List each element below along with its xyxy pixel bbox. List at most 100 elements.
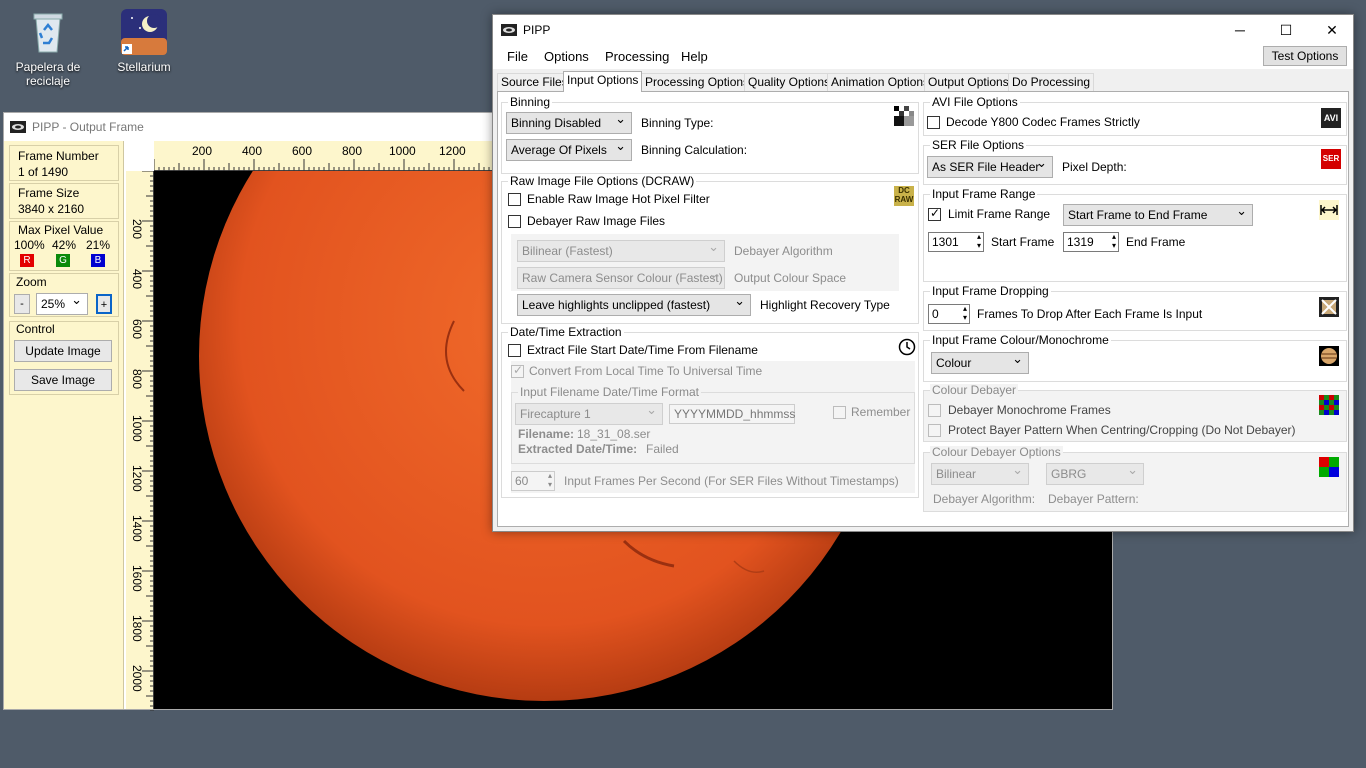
debayer-rgb-icon	[1319, 457, 1339, 477]
fps-spinner[interactable]: 60	[511, 471, 555, 491]
menu-options[interactable]: Options	[544, 49, 589, 64]
tab-source-files[interactable]: Source Files	[497, 73, 572, 91]
ruler-left: 200 400 600 800 1000 1200 1400 1600 1800…	[126, 171, 154, 711]
zoom-group: Zoom - 25% +	[9, 273, 119, 317]
frames-to-drop-spinner[interactable]: 0	[928, 304, 970, 324]
datetime-group: Date/Time Extraction Extract File Start …	[501, 326, 919, 498]
zoom-out-button[interactable]: -	[14, 294, 30, 314]
ruler-left-label: 2000	[130, 665, 144, 692]
test-options-button[interactable]: Test Options	[1263, 46, 1347, 66]
hot-pixel-checkbox[interactable]	[508, 193, 521, 206]
desktop-icon-label: Papelera de	[15, 60, 81, 74]
ser-options-title: SER File Options	[930, 138, 1027, 152]
filename-format-title: Input Filename Date/Time Format	[518, 385, 701, 399]
tab-bar: Source Files Input Options Processing Op…	[497, 71, 1349, 92]
debayer-options-title: Colour Debayer Options	[930, 445, 1063, 459]
binning-type-select[interactable]: Binning Disabled	[506, 112, 632, 134]
output-info-panel: Frame Number 1 of 1490 Frame Size 3840 x…	[4, 141, 124, 709]
frame-dropping-title: Input Frame Dropping	[930, 284, 1051, 298]
ser-icon: SER	[1321, 149, 1341, 169]
output-colour-space-select[interactable]: Raw Camera Sensor Colour (Fastest)	[517, 267, 725, 289]
debayer-mono-checkbox[interactable]	[928, 404, 941, 417]
debayer-pattern-select[interactable]: GBRG	[1046, 463, 1144, 485]
desktop-icon-stellarium[interactable]: Stellarium	[104, 2, 184, 74]
tab-quality-options[interactable]: Quality Options	[744, 73, 835, 91]
highlight-recovery-label: Highlight Recovery Type	[760, 298, 890, 312]
zoom-in-button[interactable]: +	[96, 294, 112, 314]
max-pixel-label: Max Pixel Value	[18, 223, 104, 237]
remember-label: Remember	[851, 405, 911, 419]
debayer-raw-checkbox[interactable]	[508, 215, 521, 228]
menu-processing[interactable]: Processing	[605, 49, 669, 64]
blue-swatch: B	[91, 254, 105, 267]
avi-options-group: AVI File Options Decode Y800 Codec Frame…	[923, 96, 1347, 136]
output-window-title: PIPP - Output Frame	[32, 120, 144, 134]
pixel-depth-label: Pixel Depth:	[1062, 160, 1127, 174]
zoom-select[interactable]: 25%	[36, 293, 88, 315]
desktop-icon-recycle-bin[interactable]: Papelera de reciclaje	[8, 2, 88, 88]
debayer-mono-label: Debayer Monochrome Frames	[948, 403, 1111, 417]
green-swatch: G	[56, 254, 70, 267]
frame-drop-icon	[1319, 297, 1339, 317]
protect-bayer-checkbox[interactable]	[928, 424, 941, 437]
tab-input-options[interactable]: Input Options	[563, 71, 643, 92]
frame-size-value: 3840 x 2160	[18, 202, 85, 216]
limit-frame-range-label: Limit Frame Range	[948, 207, 1051, 221]
tab-do-processing[interactable]: Do Processing	[1008, 73, 1095, 91]
tab-output-options[interactable]: Output Options	[924, 73, 1013, 91]
tab-animation-options[interactable]: Animation Options	[827, 73, 934, 91]
stellarium-icon	[120, 8, 168, 56]
red-swatch: R	[20, 254, 34, 267]
datetime-title: Date/Time Extraction	[508, 325, 624, 339]
close-button[interactable]: ✕	[1309, 15, 1355, 45]
save-image-button[interactable]: Save Image	[14, 369, 112, 391]
ruler-left-label: 1600	[130, 565, 144, 592]
ser-options-group: SER File Options As SER File Header Pixe…	[923, 139, 1347, 185]
zoom-label: Zoom	[16, 275, 47, 289]
remember-checkbox[interactable]	[833, 406, 846, 419]
pixel-depth-select[interactable]: As SER File Header	[927, 156, 1053, 178]
debayer-algorithm-select[interactable]: Bilinear (Fastest)	[517, 240, 725, 262]
green-percent: 42%	[52, 238, 77, 252]
binning-calculation-select[interactable]: Average Of Pixels	[506, 139, 632, 161]
highlight-recovery-select[interactable]: Leave highlights unclipped (fastest)	[517, 294, 751, 316]
filename-format-text[interactable]: YYYYMMDD_hhmmss	[669, 404, 795, 424]
extract-datetime-checkbox[interactable]	[508, 344, 521, 357]
filename-format-select[interactable]: Firecapture 1	[515, 403, 663, 425]
frame-range-title: Input Frame Range	[930, 187, 1038, 201]
ruler-left-label: 1800	[130, 615, 144, 642]
frame-range-mode-select[interactable]: Start Frame to End Frame	[1063, 204, 1253, 226]
desktop-icon-label: reciclaje	[25, 74, 70, 88]
raw-options-title: Raw Image File Options (DCRAW)	[508, 174, 697, 188]
menu-file[interactable]: File	[507, 49, 528, 64]
frame-number-label: Frame Number	[18, 149, 99, 163]
minimize-button[interactable]: ─	[1217, 15, 1263, 45]
frame-size-group: Frame Size 3840 x 2160	[9, 183, 119, 219]
avi-options-title: AVI File Options	[930, 95, 1020, 109]
ruler-top-label: 200	[192, 144, 213, 158]
start-frame-spinner[interactable]: 1301	[928, 232, 984, 252]
end-frame-spinner[interactable]: 1319	[1063, 232, 1119, 252]
frame-number-value: 1 of 1490	[18, 165, 69, 179]
maximize-button[interactable]: ☐	[1263, 15, 1309, 45]
debayer-algorithm-label: Debayer Algorithm	[734, 244, 833, 258]
decode-y800-checkbox[interactable]	[927, 116, 940, 129]
extracted-datetime-value: Failed	[646, 442, 679, 456]
tab-processing-options[interactable]: Processing Options	[641, 73, 754, 91]
limit-frame-range-checkbox[interactable]	[928, 206, 941, 221]
debayer-pattern-label: Debayer Pattern:	[1048, 492, 1139, 506]
pipp-logo-icon	[501, 24, 517, 36]
ruler-left-label: 600	[130, 319, 144, 340]
convert-utc-checkbox[interactable]	[511, 363, 524, 378]
debayer-algorithm2-select[interactable]: Bilinear	[931, 463, 1029, 485]
binning-type-label: Binning Type:	[641, 116, 714, 130]
control-group: Control Update Image Save Image	[9, 321, 119, 395]
menu-help[interactable]: Help	[681, 49, 708, 64]
update-image-button[interactable]: Update Image	[14, 340, 112, 362]
desktop-icon-label: Stellarium	[117, 60, 171, 74]
blue-percent: 21%	[86, 238, 111, 252]
frames-to-drop-label: Frames To Drop After Each Frame Is Input	[977, 307, 1203, 321]
colour-mono-select[interactable]: Colour	[931, 352, 1029, 374]
colour-mono-group: Input Frame Colour/Monochrome Colour	[923, 334, 1347, 382]
frame-range-icon	[1319, 200, 1339, 220]
